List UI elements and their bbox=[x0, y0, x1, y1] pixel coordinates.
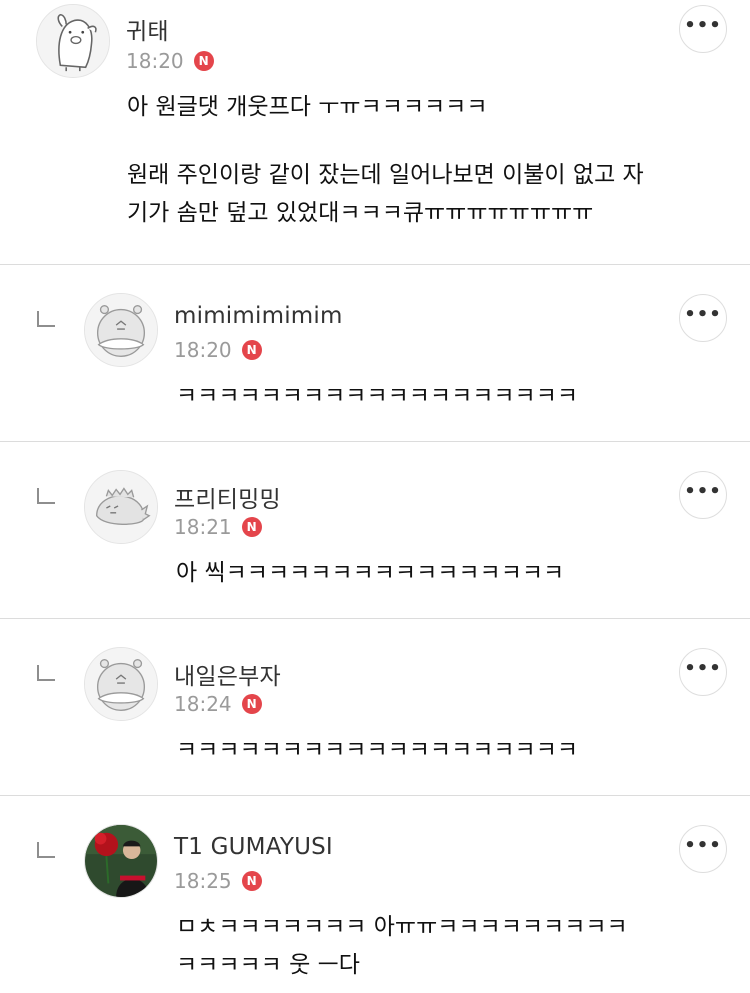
nickname[interactable]: mimimimimim bbox=[174, 303, 343, 329]
hippo-avatar-icon bbox=[85, 294, 157, 366]
more-options-button[interactable]: ••• bbox=[679, 294, 727, 342]
timestamp: 18:25 bbox=[174, 869, 232, 893]
nickname[interactable]: 프리티밍밍 bbox=[174, 480, 281, 514]
comment-text-line: ㅋㅋㅋㅋㅋ 웃 ㅡ다 bbox=[176, 952, 360, 978]
reply-arrow-icon bbox=[37, 311, 55, 327]
more-options-button[interactable]: ••• bbox=[679, 5, 727, 53]
comment-body: ㅋㅋㅋㅋㅋㅋㅋㅋㅋㅋㅋㅋㅋㅋㅋㅋㅋㅋㅋ bbox=[176, 377, 578, 415]
timestamp: 18:20 bbox=[126, 49, 184, 73]
new-badge: N bbox=[241, 694, 262, 714]
comment-text-line: 기가 솜만 덮고 있었대ㅋㅋㅋ큐ㅠㅠㅠㅠㅠㅠㅠㅠ bbox=[127, 200, 594, 226]
reply-item: 내일은부자 18:24 N ••• ㅋㅋㅋㅋㅋㅋㅋㅋㅋㅋㅋㅋㅋㅋㅋㅋㅋㅋㅋ bbox=[0, 619, 750, 796]
comment-body: 아 원글댓 개웃프다 ㅜㅠㅋㅋㅋㅋㅋㅋ 원래 주인이랑 같이 잤는데 일어나보면… bbox=[127, 88, 644, 232]
hippo-avatar-icon bbox=[85, 648, 157, 720]
comment-body: 아 씩ㅋㅋㅋㅋㅋㅋㅋㅋㅋㅋㅋㅋㅋㅋㅋㅋ bbox=[176, 554, 564, 592]
new-badge: N bbox=[193, 51, 214, 71]
avatar[interactable] bbox=[84, 293, 158, 367]
nickname[interactable]: T1 GUMAYUSI bbox=[174, 834, 333, 860]
more-options-button[interactable]: ••• bbox=[679, 825, 727, 873]
more-icon: ••• bbox=[684, 658, 722, 679]
new-badge: N bbox=[241, 517, 262, 537]
more-icon: ••• bbox=[684, 304, 722, 325]
reply-arrow-icon bbox=[37, 488, 55, 504]
comment-text-line: ㅋㅋㅋㅋㅋㅋㅋㅋㅋㅋㅋㅋㅋㅋㅋㅋㅋㅋㅋ bbox=[176, 383, 579, 409]
comment-meta: 18:20 N bbox=[126, 49, 214, 73]
comment-text-gap bbox=[127, 126, 644, 156]
comment-body: ㅋㅋㅋㅋㅋㅋㅋㅋㅋㅋㅋㅋㅋㅋㅋㅋㅋㅋㅋ bbox=[176, 731, 578, 769]
more-options-button[interactable]: ••• bbox=[679, 648, 727, 696]
avatar[interactable] bbox=[84, 824, 158, 898]
pig-avatar-icon bbox=[37, 5, 109, 77]
avatar[interactable] bbox=[84, 470, 158, 544]
reply-arrow-icon bbox=[37, 842, 55, 858]
comment-meta: 18:21 N bbox=[174, 515, 262, 539]
more-icon: ••• bbox=[684, 481, 722, 502]
avatar[interactable] bbox=[36, 4, 110, 78]
reply-arrow-icon bbox=[37, 665, 55, 681]
reply-item: 프리티밍밍 18:21 N ••• 아 씩ㅋㅋㅋㅋㅋㅋㅋㅋㅋㅋㅋㅋㅋㅋㅋㅋ bbox=[0, 442, 750, 619]
comment-meta: 18:25 N bbox=[174, 869, 262, 893]
comment-meta: 18:20 N bbox=[174, 338, 262, 362]
comment-item: 귀태 18:20 N ••• 아 원글댓 개웃프다 ㅜㅠㅋㅋㅋㅋㅋㅋ 원래 주인… bbox=[0, 0, 750, 265]
nickname[interactable]: 내일은부자 bbox=[174, 657, 281, 691]
more-icon: ••• bbox=[684, 15, 722, 36]
comment-text-line: 원래 주인이랑 같이 잤는데 일어나보면 이불이 없고 자 bbox=[127, 162, 644, 188]
more-options-button[interactable]: ••• bbox=[679, 471, 727, 519]
new-badge: N bbox=[241, 340, 262, 360]
nickname[interactable]: 귀태 bbox=[126, 12, 169, 46]
photo-avatar-icon bbox=[85, 825, 157, 897]
dino-avatar-icon bbox=[85, 471, 157, 543]
comment-body: ㅁㅊㅋㅋㅋㅋㅋㅋㅋ 아ㅠㅠㅋㅋㅋㅋㅋㅋㅋㅋㅋ ㅋㅋㅋㅋㅋ 웃 ㅡ다 bbox=[176, 908, 628, 984]
avatar[interactable] bbox=[84, 647, 158, 721]
reply-item: T1 GUMAYUSI 18:25 N ••• ㅁㅊㅋㅋㅋㅋㅋㅋㅋ 아ㅠㅠㅋㅋㅋ… bbox=[0, 796, 750, 993]
more-icon: ••• bbox=[684, 835, 722, 856]
comment-text-line: 아 원글댓 개웃프다 ㅜㅠㅋㅋㅋㅋㅋㅋ bbox=[127, 94, 488, 120]
comment-text-line: ㅁㅊㅋㅋㅋㅋㅋㅋㅋ 아ㅠㅠㅋㅋㅋㅋㅋㅋㅋㅋㅋ bbox=[176, 914, 628, 940]
timestamp: 18:24 bbox=[174, 692, 232, 716]
timestamp: 18:20 bbox=[174, 338, 232, 362]
comment-text-line: 아 씩ㅋㅋㅋㅋㅋㅋㅋㅋㅋㅋㅋㅋㅋㅋㅋㅋ bbox=[176, 560, 565, 586]
new-badge: N bbox=[241, 871, 262, 891]
comment-meta: 18:24 N bbox=[174, 692, 262, 716]
timestamp: 18:21 bbox=[174, 515, 232, 539]
comment-text-line: ㅋㅋㅋㅋㅋㅋㅋㅋㅋㅋㅋㅋㅋㅋㅋㅋㅋㅋㅋ bbox=[176, 737, 579, 763]
reply-item: mimimimimim 18:20 N ••• ㅋㅋㅋㅋㅋㅋㅋㅋㅋㅋㅋㅋㅋㅋㅋㅋ… bbox=[0, 265, 750, 442]
